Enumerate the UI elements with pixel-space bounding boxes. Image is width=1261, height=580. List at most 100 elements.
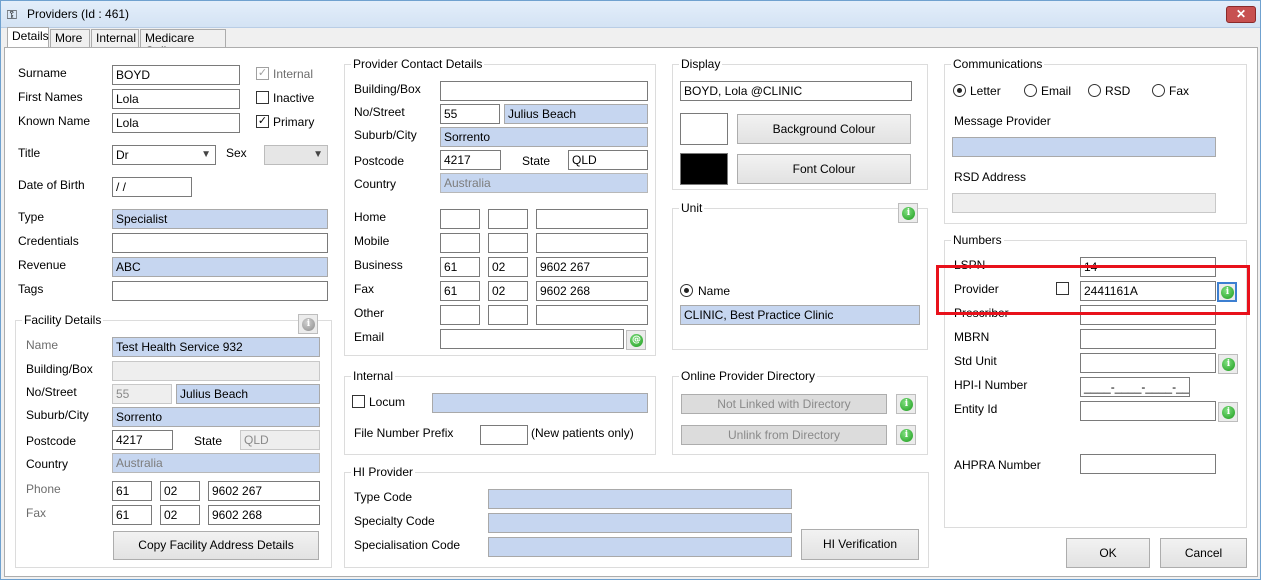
home-phone-label: Home bbox=[354, 210, 387, 224]
facility-fax-number[interactable]: 9602 268 bbox=[208, 505, 320, 525]
contact-suburb-field[interactable]: Sorrento bbox=[440, 127, 648, 147]
facility-info-button[interactable]: i bbox=[298, 314, 318, 334]
email-field[interactable] bbox=[440, 329, 624, 349]
entity-id-info-button[interactable]: i bbox=[1218, 402, 1238, 422]
unit-name-radio[interactable] bbox=[680, 284, 693, 297]
entity-id-field[interactable] bbox=[1080, 401, 1216, 421]
tab-medicare-online[interactable]: Medicare Online bbox=[140, 29, 226, 58]
other-phone-country[interactable] bbox=[440, 305, 480, 325]
std-unit-field[interactable] bbox=[1080, 353, 1216, 373]
business-phone-area[interactable]: 02 bbox=[488, 257, 528, 277]
letter-radio[interactable] bbox=[953, 84, 966, 97]
hpii-field[interactable]: ____-____-____-____ bbox=[1080, 377, 1190, 397]
contact-state-field[interactable]: QLD bbox=[568, 150, 648, 170]
unit-info-button[interactable]: i bbox=[898, 203, 918, 223]
other-phone-number[interactable] bbox=[536, 305, 648, 325]
fax-radio[interactable] bbox=[1152, 84, 1165, 97]
info-icon: i bbox=[900, 429, 913, 442]
locum-field[interactable] bbox=[432, 393, 648, 413]
ahpra-field[interactable] bbox=[1080, 454, 1216, 474]
hi-verification-button[interactable]: HI Verification bbox=[801, 529, 919, 560]
contact-street-no-field[interactable]: 55 bbox=[440, 104, 500, 124]
specialty-code-field[interactable] bbox=[488, 513, 792, 533]
facility-name-field[interactable]: Test Health Service 932 bbox=[112, 337, 320, 357]
contact-street-field[interactable]: Julius Beach bbox=[504, 104, 648, 124]
facility-fax-area[interactable]: 02 bbox=[160, 505, 200, 525]
known-name-field[interactable]: Lola bbox=[112, 113, 240, 133]
mobile-phone-number[interactable] bbox=[536, 233, 648, 253]
facility-fax-label: Fax bbox=[26, 506, 47, 520]
facility-state-field[interactable]: QLD bbox=[240, 430, 320, 450]
unit-name-field[interactable]: CLINIC, Best Practice Clinic bbox=[680, 305, 920, 325]
rsd-address-field[interactable] bbox=[952, 193, 1216, 213]
display-name-field[interactable]: BOYD, Lola @CLINIC bbox=[680, 81, 912, 101]
cancel-button[interactable]: Cancel bbox=[1160, 538, 1247, 568]
background-colour-button[interactable]: Background Colour bbox=[737, 114, 911, 144]
mobile-phone-country[interactable] bbox=[440, 233, 480, 253]
contact-fax-number[interactable]: 9602 268 bbox=[536, 281, 648, 301]
message-provider-field[interactable] bbox=[952, 137, 1216, 157]
revenue-field[interactable]: ABC bbox=[112, 257, 328, 277]
other-phone-area[interactable] bbox=[488, 305, 528, 325]
not-linked-button[interactable]: Not Linked with Directory bbox=[681, 394, 887, 414]
home-phone-number[interactable] bbox=[536, 209, 648, 229]
ok-button[interactable]: OK bbox=[1066, 538, 1150, 568]
contact-fax-country[interactable]: 61 bbox=[440, 281, 480, 301]
facility-phone-number[interactable]: 9602 267 bbox=[208, 481, 320, 501]
unlink-directory-button[interactable]: Unlink from Directory bbox=[681, 425, 887, 445]
facility-country-field[interactable]: Australia bbox=[112, 453, 320, 473]
home-phone-country[interactable] bbox=[440, 209, 480, 229]
facility-phone-country[interactable]: 61 bbox=[112, 481, 152, 501]
std-unit-info-button[interactable]: i bbox=[1218, 354, 1238, 374]
dob-field[interactable]: / / bbox=[112, 177, 192, 197]
facility-street-no-field[interactable]: 55 bbox=[112, 384, 172, 404]
tab-internal[interactable]: Internal bbox=[91, 29, 139, 47]
close-button[interactable]: ✕ bbox=[1226, 6, 1256, 23]
internal-checkbox-label: Internal bbox=[273, 67, 314, 81]
first-names-field[interactable]: Lola bbox=[112, 89, 240, 109]
internal-group-title: Internal bbox=[351, 369, 396, 383]
facility-fax-country[interactable]: 61 bbox=[112, 505, 152, 525]
facility-phone-area[interactable]: 02 bbox=[160, 481, 200, 501]
rsd-radio[interactable] bbox=[1088, 84, 1101, 97]
mobile-phone-label: Mobile bbox=[354, 234, 390, 248]
mbrn-field[interactable] bbox=[1080, 329, 1216, 349]
facility-postcode-field[interactable]: 4217 bbox=[112, 430, 173, 450]
business-phone-number[interactable]: 9602 267 bbox=[536, 257, 648, 277]
font-colour-button[interactable]: Font Colour bbox=[737, 154, 911, 184]
home-phone-area[interactable] bbox=[488, 209, 528, 229]
business-phone-country[interactable]: 61 bbox=[440, 257, 480, 277]
tags-field[interactable] bbox=[112, 281, 328, 301]
contact-fax-area[interactable]: 02 bbox=[488, 281, 528, 301]
tab-details[interactable]: Details bbox=[7, 27, 49, 48]
type-code-field[interactable] bbox=[488, 489, 792, 509]
inactive-checkbox[interactable] bbox=[256, 91, 269, 104]
type-field[interactable]: Specialist bbox=[112, 209, 328, 229]
info-icon: i bbox=[902, 207, 915, 220]
contact-country-field[interactable]: Australia bbox=[440, 173, 648, 193]
facility-building-field[interactable] bbox=[112, 361, 320, 381]
facility-suburb-field[interactable]: Sorrento bbox=[112, 407, 320, 427]
internal-checkbox[interactable]: ✓ bbox=[256, 67, 269, 80]
rsd-address-label: RSD Address bbox=[954, 170, 1027, 184]
surname-field[interactable]: BOYD bbox=[112, 65, 240, 85]
title-select[interactable]: Dr ▼ bbox=[112, 145, 216, 165]
unlink-info-button[interactable]: i bbox=[896, 425, 916, 445]
copy-facility-address-button[interactable]: Copy Facility Address Details bbox=[113, 531, 319, 560]
locum-checkbox[interactable] bbox=[352, 395, 365, 408]
contact-suburb-label: Suburb/City bbox=[354, 128, 417, 142]
facility-street-field[interactable]: Julius Beach bbox=[176, 384, 320, 404]
directory-info-button[interactable]: i bbox=[896, 394, 916, 414]
credentials-field[interactable] bbox=[112, 233, 328, 253]
file-prefix-field[interactable] bbox=[480, 425, 528, 445]
primary-checkbox[interactable]: ✓ bbox=[256, 115, 269, 128]
specialisation-code-field[interactable] bbox=[488, 537, 792, 557]
revenue-label: Revenue bbox=[18, 258, 67, 272]
tab-more[interactable]: More bbox=[50, 29, 90, 47]
sex-select[interactable]: ▼ bbox=[264, 145, 328, 165]
mobile-phone-area[interactable] bbox=[488, 233, 528, 253]
email-radio[interactable] bbox=[1024, 84, 1037, 97]
contact-building-field[interactable] bbox=[440, 81, 648, 101]
email-send-button[interactable]: @ bbox=[626, 330, 646, 350]
contact-postcode-field[interactable]: 4217 bbox=[440, 150, 501, 170]
